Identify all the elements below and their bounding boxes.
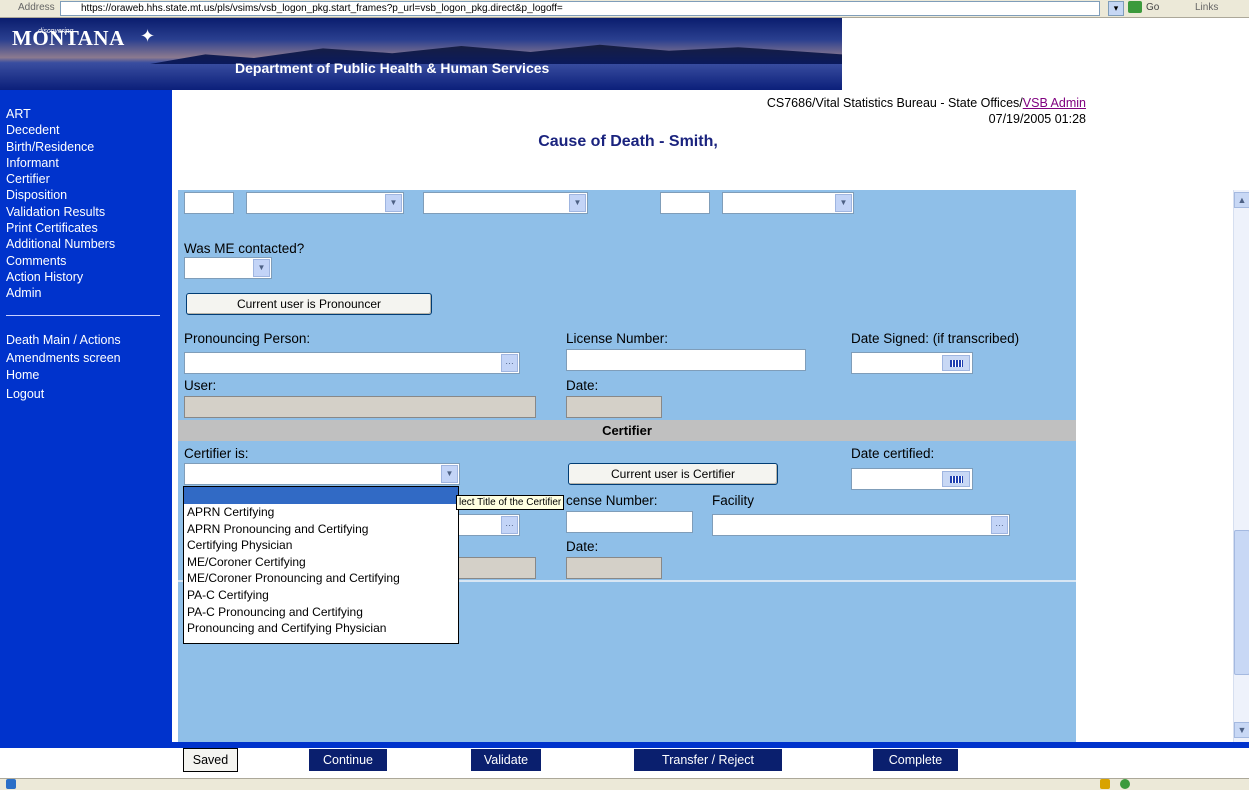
sidebar-item-disposition[interactable]: Disposition <box>6 187 115 203</box>
scroll-up-icon[interactable]: ▲ <box>1234 192 1249 208</box>
chevron-down-icon: ▼ <box>441 465 458 483</box>
pronouncer-user-field <box>184 396 536 418</box>
certifier-option[interactable]: Certifying Physician <box>184 537 458 554</box>
certifier-options-list[interactable]: APRN Certifying APRN Pronouncing and Cer… <box>183 486 459 644</box>
sidebar-item-birth-residence[interactable]: Birth/Residence <box>6 139 115 155</box>
facility-input[interactable]: … <box>712 514 1010 536</box>
facility-label: Facility <box>712 493 755 508</box>
calendar-icon[interactable] <box>942 355 970 371</box>
license-number-label: License Number: <box>566 331 669 346</box>
links-button[interactable]: Links <box>1195 2 1218 13</box>
certifier-option[interactable]: PA-C Certifying <box>184 587 458 604</box>
sidebar-divider <box>6 315 160 316</box>
lock-icon <box>1100 779 1110 789</box>
certifier-option[interactable]: ME/Coroner Pronouncing and Certifying <box>184 570 458 587</box>
certifier-license-input[interactable] <box>566 511 693 533</box>
certifier-date-label: Date: <box>566 539 599 554</box>
sidebar-item-amendments[interactable]: Amendments screen <box>6 350 121 368</box>
vsb-admin-link[interactable]: VSB Admin <box>1023 96 1086 110</box>
me-contacted-label: Was ME contacted? <box>184 241 305 256</box>
date-certified-label: Date certified: <box>851 446 935 461</box>
date-signed-label: Date Signed: (if transcribed) <box>851 331 1020 346</box>
pronouncer-license-input[interactable] <box>566 349 806 371</box>
top-select-1[interactable]: ▼ <box>246 192 404 214</box>
chevron-down-icon: ▼ <box>569 194 586 212</box>
top-select-2[interactable]: ▼ <box>423 192 588 214</box>
saved-button[interactable]: Saved <box>183 748 238 772</box>
certifier-license-label: cense Number: <box>566 493 658 508</box>
go-button[interactable]: Go <box>1128 1 1174 16</box>
sidebar-item-additional-numbers[interactable]: Additional Numbers <box>6 236 115 252</box>
sidebar-item-comments[interactable]: Comments <box>6 253 115 269</box>
certifier-option[interactable]: Pronouncing and Certifying Physician <box>184 620 458 637</box>
pronouncer-date-field <box>566 396 662 418</box>
sidebar-secondary-nav: Death Main / Actions Amendments screen H… <box>6 332 121 385</box>
certifier-option[interactable]: PA-C Pronouncing and Certifying <box>184 604 458 621</box>
montana-logo: MONTANA <box>12 26 125 50</box>
address-label: Address <box>18 2 55 13</box>
sidebar-item-certifier[interactable]: Certifier <box>6 171 115 187</box>
top-text-field-2[interactable] <box>660 192 710 214</box>
lookup-icon[interactable]: … <box>501 516 518 534</box>
chevron-down-icon: ▼ <box>835 194 852 212</box>
certifier-tooltip: lect Title of the Certifier <box>456 495 565 510</box>
lookup-icon[interactable]: … <box>991 516 1008 534</box>
sidebar: ART Decedent Birth/Residence Informant C… <box>0 90 172 748</box>
banner: discovering MONTANA ✦ Department of Publ… <box>0 18 1249 90</box>
zone-icon <box>1120 779 1130 789</box>
chevron-down-icon: ▼ <box>253 259 270 277</box>
certifier-is-select[interactable]: ▼ <box>184 463 460 485</box>
figures-icon: ✦ <box>140 26 156 46</box>
date-signed-input[interactable] <box>851 352 973 374</box>
pronouncing-person-label: Pronouncing Person: <box>184 331 311 346</box>
current-user-pronouncer-button[interactable]: Current user is Pronouncer <box>186 293 432 315</box>
top-text-field-1[interactable] <box>184 192 234 214</box>
certifier-option[interactable]: ME/Coroner Certifying <box>184 554 458 571</box>
certifier-is-label: Certifier is: <box>184 446 249 461</box>
sidebar-item-admin[interactable]: Admin <box>6 285 115 301</box>
transfer-reject-button[interactable]: Transfer / Reject <box>633 748 783 772</box>
complete-button[interactable]: Complete <box>872 748 959 772</box>
sidebar-item-informant[interactable]: Informant <box>6 155 115 171</box>
scroll-thumb[interactable] <box>1234 530 1249 675</box>
date-certified-input[interactable] <box>851 468 973 490</box>
department-title: Department of Public Health & Human Serv… <box>235 60 550 76</box>
page-scrollbar[interactable]: ▲ ▼ <box>1233 190 1249 742</box>
sidebar-item-action-history[interactable]: Action History <box>6 269 115 285</box>
certifier-option-blank[interactable] <box>184 487 458 504</box>
sidebar-item-home[interactable]: Home <box>6 367 121 385</box>
chevron-down-icon: ▼ <box>385 194 402 212</box>
sidebar-item-art[interactable]: ART <box>6 106 115 122</box>
top-select-3[interactable]: ▼ <box>722 192 854 214</box>
logout-link[interactable]: Logout <box>6 387 44 401</box>
certifier-option[interactable]: APRN Pronouncing and Certifying <box>184 521 458 538</box>
sidebar-item-decedent[interactable]: Decedent <box>6 122 115 138</box>
me-contacted-select[interactable]: ▼ <box>184 257 272 279</box>
sidebar-item-death-main[interactable]: Death Main / Actions <box>6 332 121 350</box>
pronouncing-person-input[interactable]: … <box>184 352 520 374</box>
certifier-date-field <box>566 557 662 579</box>
browser-address-bar: Address https://oraweb.hhs.state.mt.us/p… <box>0 0 1249 18</box>
validate-button[interactable]: Validate <box>470 748 542 772</box>
sidebar-item-validation-results[interactable]: Validation Results <box>6 204 115 220</box>
address-input[interactable]: https://oraweb.hhs.state.mt.us/pls/vsims… <box>60 1 1100 16</box>
datetime: 07/19/2005 01:28 <box>988 112 1086 126</box>
lookup-icon[interactable]: … <box>501 354 518 372</box>
page-icon <box>6 779 16 789</box>
calendar-icon[interactable] <box>942 471 970 487</box>
pronouncer-user-label: User: <box>184 378 217 393</box>
go-arrow-icon <box>1128 1 1142 14</box>
pronouncer-date-label: Date: <box>566 378 599 393</box>
page-title: Cause of Death - Smith, <box>538 133 718 150</box>
certifier-section-header: Certifier <box>178 420 1076 441</box>
sidebar-item-print-certificates[interactable]: Print Certificates <box>6 220 115 236</box>
continue-button[interactable]: Continue <box>308 748 388 772</box>
sidebar-nav: ART Decedent Birth/Residence Informant C… <box>6 106 115 302</box>
browser-status-bar <box>0 778 1249 790</box>
address-dropdown-icon[interactable]: ▾ <box>1108 1 1124 16</box>
scroll-down-icon[interactable]: ▼ <box>1234 722 1249 738</box>
current-user-certifier-button[interactable]: Current user is Certifier <box>568 463 778 485</box>
certifier-option[interactable]: APRN Certifying <box>184 504 458 521</box>
user-info: CS7686/Vital Statistics Bureau - State O… <box>766 96 1086 110</box>
